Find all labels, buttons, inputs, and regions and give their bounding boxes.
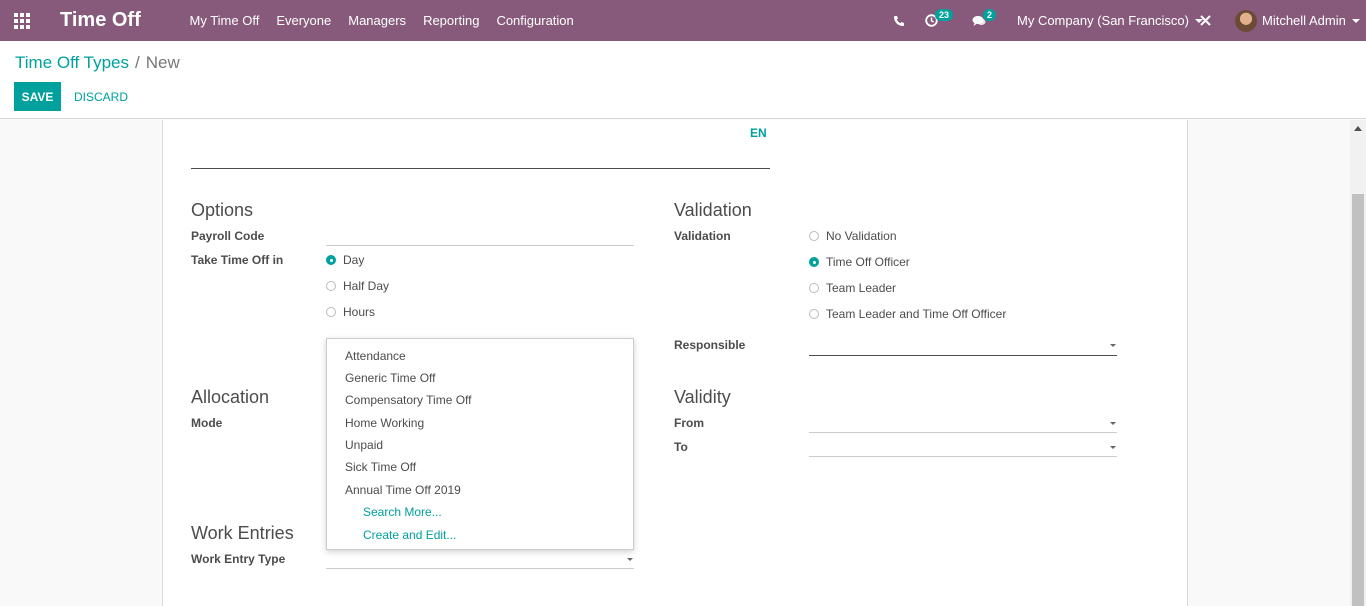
radio-label: Team Leader and Time Off Officer bbox=[826, 307, 1007, 321]
name-field[interactable] bbox=[191, 168, 770, 169]
work-entry-type-field[interactable] bbox=[326, 568, 634, 569]
apps-menu-icon[interactable] bbox=[14, 13, 30, 29]
radio-checked-icon bbox=[326, 255, 336, 265]
radio-label: Hours bbox=[343, 305, 376, 319]
radio-unchecked-icon bbox=[326, 281, 336, 291]
user-menu[interactable]: Mitchell Admin bbox=[1235, 0, 1360, 41]
scrollbar[interactable] bbox=[1350, 120, 1366, 606]
take-time-off-label: Take Time Off in bbox=[191, 253, 284, 267]
save-button[interactable]: SAVE bbox=[14, 82, 61, 111]
radio-no-validation[interactable]: No Validation bbox=[809, 229, 897, 243]
radio-label: No Validation bbox=[826, 229, 897, 243]
scroll-up-arrow-icon[interactable] bbox=[1354, 126, 1362, 131]
radio-label: Time Off Officer bbox=[826, 255, 910, 269]
form-sheet bbox=[162, 120, 1188, 606]
activity-icon[interactable]: 23 bbox=[925, 0, 954, 41]
from-label: From bbox=[674, 416, 704, 430]
dropdown-item-attendance[interactable]: Attendance bbox=[345, 349, 406, 363]
radio-label: Team Leader bbox=[826, 281, 897, 295]
menu-managers[interactable]: Managers bbox=[340, 13, 415, 28]
avatar bbox=[1235, 9, 1257, 32]
scroll-thumb[interactable] bbox=[1352, 194, 1364, 606]
validation-section-title: Validation bbox=[674, 200, 752, 220]
main-menu: My Time Off Everyone Managers Reporting … bbox=[181, 0, 582, 41]
menu-configuration[interactable]: Configuration bbox=[488, 13, 582, 28]
search-more-link[interactable]: Search More... bbox=[363, 505, 442, 519]
create-and-edit-link[interactable]: Create and Edit... bbox=[363, 528, 456, 542]
mode-label: Mode bbox=[191, 416, 223, 430]
breadcrumb: Time Off Types / New bbox=[15, 53, 180, 73]
radio-unchecked-icon bbox=[809, 283, 819, 293]
radio-hours[interactable]: Hours bbox=[326, 305, 375, 319]
control-panel: Time Off Types / New SAVE DISCARD bbox=[0, 41, 1366, 119]
to-date-field[interactable] bbox=[809, 456, 1117, 457]
chevron-down-icon[interactable] bbox=[627, 558, 633, 561]
discard-button[interactable]: DISCARD bbox=[68, 82, 134, 111]
debug-tools-icon[interactable] bbox=[1199, 0, 1212, 41]
dropdown-item-generic-time-off[interactable]: Generic Time Off bbox=[345, 371, 435, 385]
payroll-code-label: Payroll Code bbox=[191, 229, 265, 243]
payroll-code-field[interactable] bbox=[326, 245, 634, 246]
options-section-title: Options bbox=[191, 200, 254, 220]
allocation-section-title: Allocation bbox=[191, 387, 270, 407]
chevron-down-icon[interactable] bbox=[1110, 422, 1116, 425]
company-switcher[interactable]: My Company (San Francisco) bbox=[1017, 0, 1203, 41]
validity-section-title: Validity bbox=[674, 387, 731, 407]
company-name: My Company (San Francisco) bbox=[1017, 13, 1189, 28]
language-tag[interactable]: EN bbox=[750, 126, 767, 140]
user-name: Mitchell Admin bbox=[1262, 13, 1346, 28]
messages-badge: 2 bbox=[983, 8, 997, 21]
work-entry-type-label: Work Entry Type bbox=[191, 552, 286, 566]
work-entries-section-title: Work Entries bbox=[191, 523, 294, 543]
radio-checked-icon bbox=[809, 257, 819, 267]
phone-icon[interactable] bbox=[893, 0, 905, 41]
dropdown-item-annual-time-off[interactable]: Annual Time Off 2019 bbox=[345, 483, 461, 497]
validation-label: Validation bbox=[674, 229, 731, 243]
radio-label: Half Day bbox=[343, 279, 390, 293]
radio-unchecked-icon bbox=[809, 309, 819, 319]
top-navbar: Time Off My Time Off Everyone Managers R… bbox=[0, 0, 1366, 41]
responsible-field[interactable] bbox=[809, 355, 1117, 356]
chevron-down-icon bbox=[1351, 18, 1360, 23]
breadcrumb-parent[interactable]: Time Off Types bbox=[15, 53, 129, 72]
menu-everyone[interactable]: Everyone bbox=[268, 13, 340, 28]
app-title: Time Off bbox=[60, 9, 141, 31]
radio-label: Day bbox=[343, 253, 365, 267]
radio-unchecked-icon bbox=[809, 231, 819, 241]
radio-day[interactable]: Day bbox=[326, 253, 364, 267]
dropdown-item-compensatory-time-off[interactable]: Compensatory Time Off bbox=[345, 393, 472, 407]
radio-time-off-officer[interactable]: Time Off Officer bbox=[809, 255, 910, 269]
messages-icon[interactable]: 2 bbox=[972, 0, 997, 41]
radio-unchecked-icon bbox=[326, 307, 336, 317]
chevron-down-icon[interactable] bbox=[1110, 446, 1116, 449]
menu-reporting[interactable]: Reporting bbox=[415, 13, 488, 28]
autocomplete-dropdown: Attendance Generic Time Off Compensatory… bbox=[326, 338, 634, 550]
from-date-field[interactable] bbox=[809, 432, 1117, 433]
dropdown-item-sick-time-off[interactable]: Sick Time Off bbox=[345, 460, 416, 474]
responsible-label: Responsible bbox=[674, 338, 746, 352]
breadcrumb-separator: / bbox=[135, 53, 140, 72]
chevron-down-icon[interactable] bbox=[1110, 344, 1116, 347]
menu-my-time-off[interactable]: My Time Off bbox=[181, 13, 268, 28]
dropdown-item-unpaid[interactable]: Unpaid bbox=[345, 438, 383, 452]
breadcrumb-current: New bbox=[145, 53, 180, 72]
radio-team-leader-and-officer[interactable]: Team Leader and Time Off Officer bbox=[809, 307, 1006, 321]
dropdown-item-home-working[interactable]: Home Working bbox=[345, 416, 424, 430]
radio-team-leader[interactable]: Team Leader bbox=[809, 281, 896, 295]
to-label: To bbox=[674, 440, 688, 454]
activity-badge: 23 bbox=[935, 8, 954, 21]
radio-half-day[interactable]: Half Day bbox=[326, 279, 389, 293]
